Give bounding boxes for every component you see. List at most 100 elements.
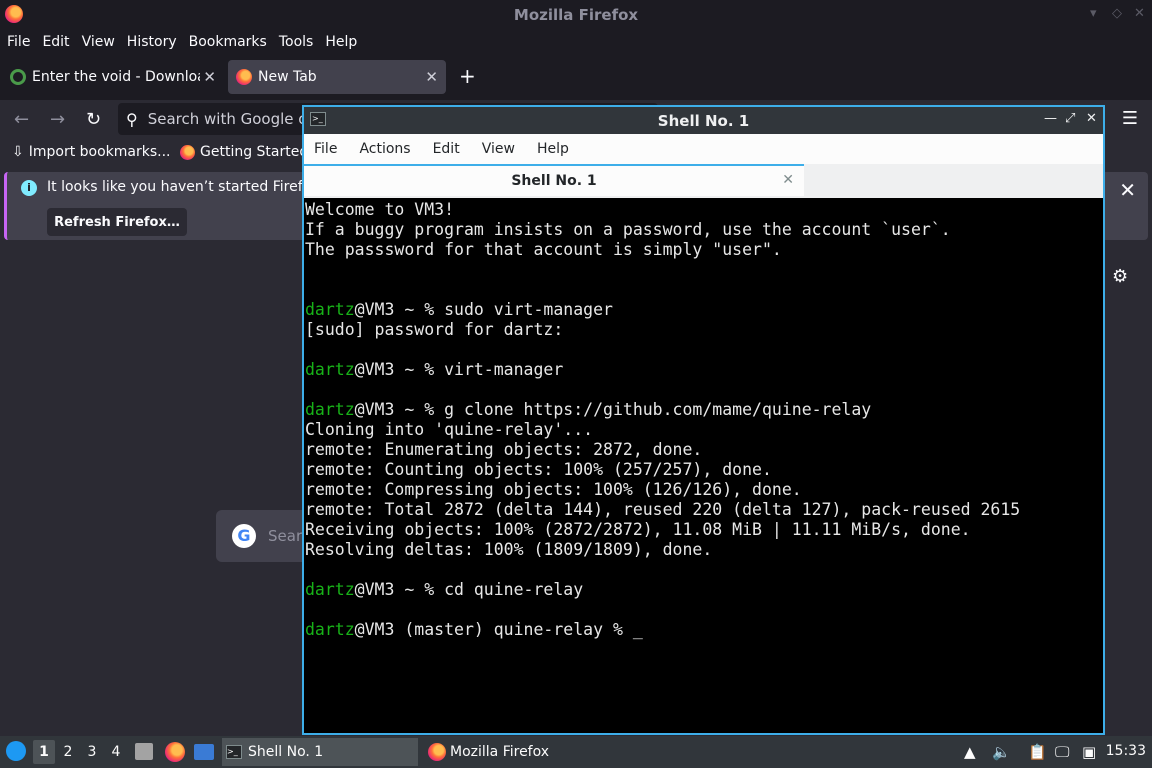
gear-icon[interactable]: ⚙ (1112, 266, 1128, 287)
line-text: @VM3 ~ % sudo virt-manager (354, 300, 613, 319)
prompt-user: dartz (305, 580, 355, 599)
file-manager-icon[interactable] (135, 743, 153, 760)
new-tab-button[interactable]: + (459, 64, 476, 88)
tab-enter-the-void[interactable]: Enter the void - Downloa ✕ (2, 60, 224, 94)
app-menu-icon[interactable] (6, 741, 26, 761)
maximize-icon[interactable]: ◇ (1112, 6, 1122, 21)
notification-message: It looks like you haven’t started Firefo… (47, 179, 320, 195)
firefox-icon (428, 743, 446, 761)
show-desktop-icon[interactable] (194, 744, 214, 760)
firefox-icon[interactable] (165, 742, 185, 762)
tab-close-icon[interactable]: ✕ (782, 172, 794, 188)
terminal-window: >_ Shell No. 1 — ⤢ ✕ File Actions Edit V… (302, 105, 1105, 735)
terminal-line: Resolving deltas: 100% (1809/1809), done… (305, 540, 1102, 560)
tab-shell-no-1[interactable]: Shell No. 1 ✕ (304, 164, 804, 196)
desktop-3[interactable]: 3 (81, 740, 103, 764)
tab-close-icon[interactable]: ✕ (425, 68, 438, 86)
clipboard-icon[interactable]: 📋 (1028, 743, 1047, 761)
terminal-line: dartz@VM3 (master) quine-relay % _ (305, 620, 1102, 640)
line-text: @VM3 (master) quine-relay % _ (354, 620, 643, 639)
close-icon[interactable]: ✕ (1119, 178, 1136, 202)
firefox-icon (180, 144, 195, 160)
google-icon: G (232, 524, 256, 548)
menu-view[interactable]: View (482, 141, 515, 157)
terminal-line: [sudo] password for dartz: (305, 320, 1102, 340)
clock[interactable]: 15:33 (1106, 743, 1146, 759)
firefox-icon (5, 5, 23, 23)
prompt-user: dartz (305, 360, 355, 379)
line-text: remote: Compressing objects: 100% (126/1… (305, 480, 802, 499)
network-icon[interactable]: 🖵 (1055, 743, 1069, 761)
menu-edit[interactable]: Edit (42, 34, 69, 50)
desktop-1[interactable]: 1 (33, 740, 55, 764)
notifications-icon[interactable]: ▣ (1082, 743, 1096, 761)
terminal-tabbar: Shell No. 1 ✕ (304, 164, 1103, 198)
bookmark-getting-started[interactable]: Getting Started (180, 144, 308, 160)
terminal-line: dartz@VM3 ~ % virt-manager (305, 360, 1102, 380)
terminal-line: The passsword for that account is simply… (305, 240, 1102, 260)
import-icon: ⇩ (12, 144, 24, 160)
terminal-line: dartz@VM3 ~ % g clone https://github.com… (305, 400, 1102, 420)
terminal-title: Shell No. 1 (657, 111, 750, 130)
line-text: [sudo] password for dartz: (305, 320, 564, 339)
bookmark-import[interactable]: ⇩ Import bookmarks... (12, 144, 171, 160)
terminal-output[interactable]: Welcome to VM3! If a buggy program insist… (305, 200, 1102, 733)
terminal-icon: >_ (226, 745, 242, 759)
terminal-line: remote: Compressing objects: 100% (126/1… (305, 480, 1102, 500)
back-icon[interactable]: ← (14, 109, 29, 130)
menu-bookmarks[interactable]: Bookmarks (189, 34, 267, 50)
task-firefox[interactable]: Mozilla Firefox (424, 738, 624, 766)
menu-actions[interactable]: Actions (359, 141, 410, 157)
line-text: @VM3 ~ % virt-manager (354, 360, 564, 379)
terminal-line: Receiving objects: 100% (2872/2872), 11.… (305, 520, 1102, 540)
bookmark-label: Getting Started (200, 144, 309, 160)
terminal-menubar: File Actions Edit View Help (304, 134, 1103, 164)
terminal-line: Welcome to VM3! (305, 200, 1102, 220)
search-icon: ⚲ (126, 109, 138, 129)
close-icon[interactable]: ✕ (1086, 111, 1097, 126)
menu-help[interactable]: Help (537, 141, 569, 157)
line-text: Cloning into 'quine-relay'... (305, 420, 594, 439)
menu-file[interactable]: File (7, 34, 30, 50)
hamburger-menu-icon[interactable]: ☰ (1122, 108, 1138, 129)
terminal-titlebar: >_ Shell No. 1 — ⤢ ✕ (304, 107, 1103, 134)
close-icon[interactable]: ✕ (1134, 6, 1145, 21)
info-icon: i (21, 180, 37, 196)
menu-history[interactable]: History (127, 34, 177, 50)
void-linux-icon (10, 69, 26, 85)
menu-help[interactable]: Help (325, 34, 357, 50)
terminal-line: remote: Counting objects: 100% (257/257)… (305, 460, 1102, 480)
desktop-4[interactable]: 4 (105, 740, 127, 764)
menu-view[interactable]: View (82, 34, 115, 50)
menu-edit[interactable]: Edit (433, 141, 460, 157)
task-label: Shell No. 1 (248, 744, 324, 760)
tab-close-icon[interactable]: ✕ (203, 68, 216, 86)
line-text: remote: Enumerating objects: 2872, done. (305, 440, 703, 459)
line-text: remote: Total 2872 (delta 144), reused 2… (305, 500, 1021, 519)
minimize-icon[interactable]: ▾ (1090, 6, 1097, 21)
tray-expand-icon[interactable]: ▲ (964, 743, 976, 761)
terminal-line: remote: Enumerating objects: 2872, done. (305, 440, 1102, 460)
line-text: If a buggy program insists on a password… (305, 220, 951, 239)
volume-icon[interactable]: 🔈 (992, 743, 1011, 761)
menu-file[interactable]: File (314, 141, 337, 157)
maximize-icon[interactable]: ⤢ (1065, 111, 1075, 126)
desktop-2[interactable]: 2 (57, 740, 79, 764)
reload-icon[interactable]: ↻ (86, 109, 101, 130)
forward-icon[interactable]: → (50, 109, 65, 130)
minimize-icon[interactable]: — (1044, 111, 1057, 126)
prompt-user: dartz (305, 300, 355, 319)
menu-tools[interactable]: Tools (279, 34, 314, 50)
tab-title: Enter the void - Downloa (32, 69, 200, 85)
line-text: The passsword for that account is simply… (305, 240, 782, 259)
tab-title: Shell No. 1 (511, 173, 597, 189)
refresh-firefox-button[interactable]: Refresh Firefox… (47, 208, 187, 236)
line-text: Welcome to VM3! (305, 200, 455, 219)
task-shell[interactable]: >_ Shell No. 1 (222, 738, 418, 766)
terminal-line: Cloning into 'quine-relay'... (305, 420, 1102, 440)
tab-new-tab[interactable]: New Tab ✕ (228, 60, 446, 94)
